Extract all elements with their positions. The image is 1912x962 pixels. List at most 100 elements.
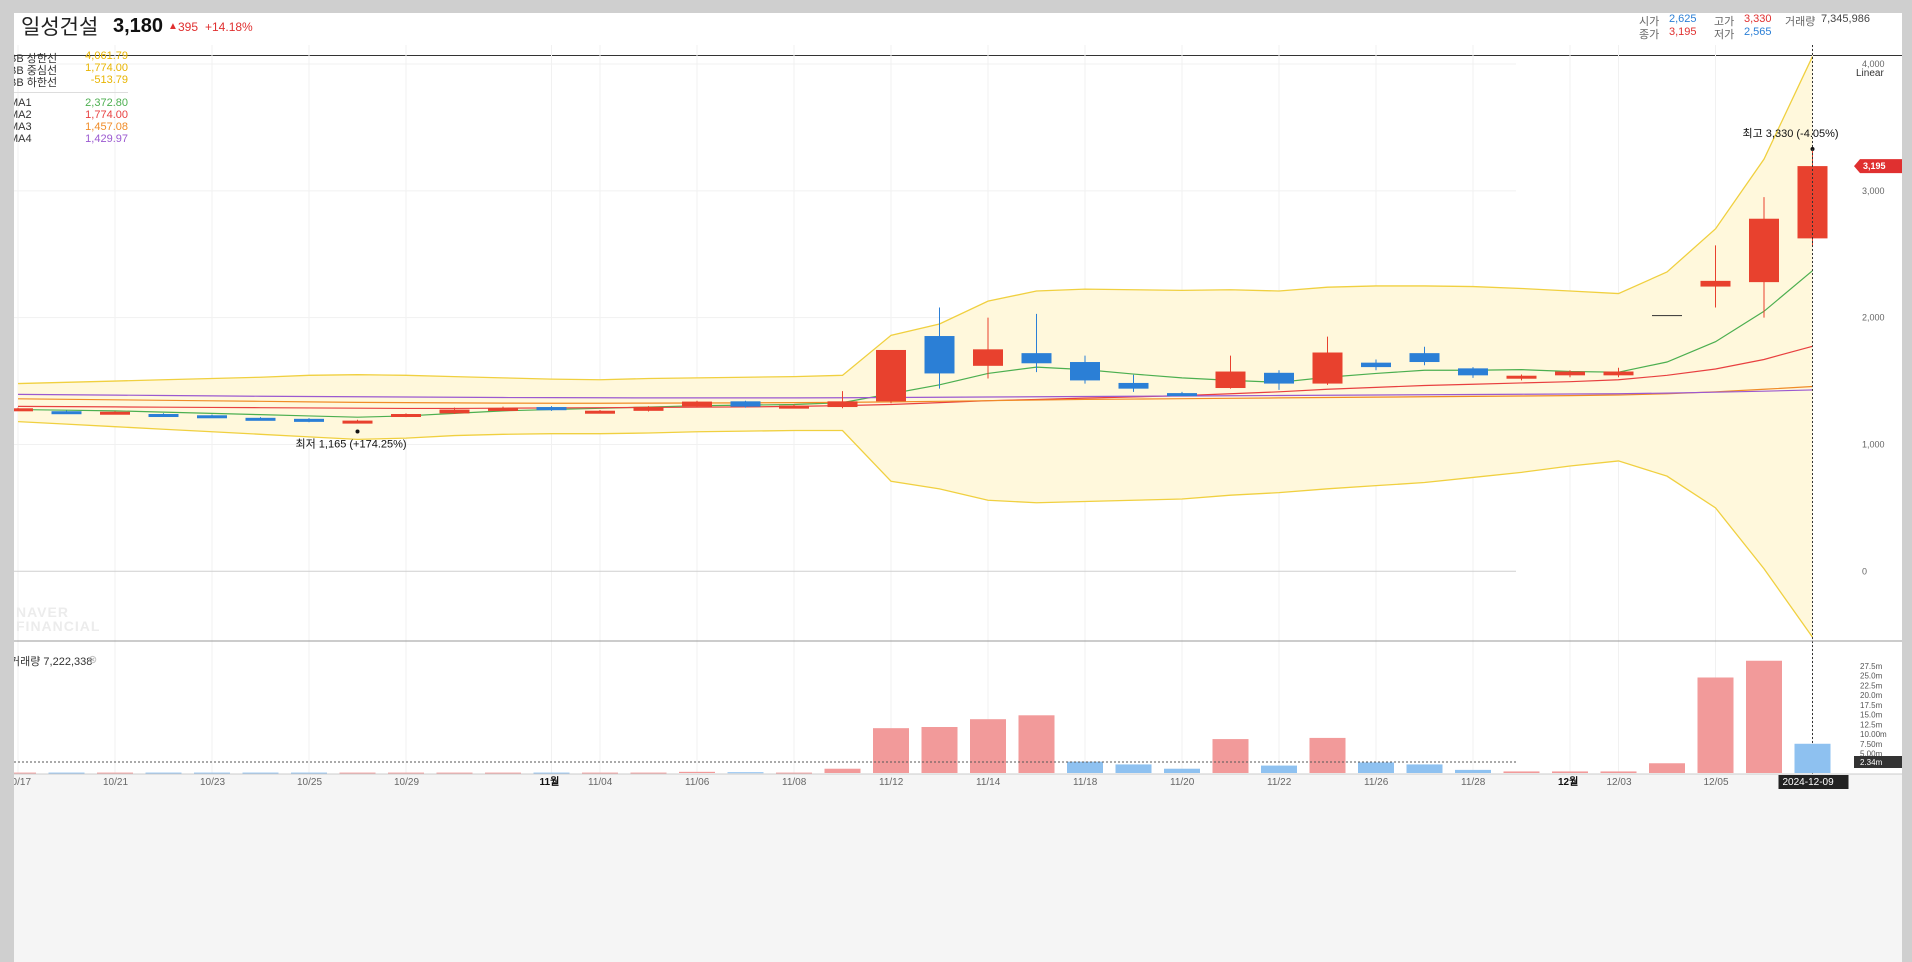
y-tick-label: 0 (1862, 566, 1867, 576)
candle (100, 411, 130, 415)
candle-body (973, 349, 1003, 366)
x-tick-label: 11/18 (1073, 777, 1098, 788)
volume-bar (14, 772, 36, 774)
candle-body (1215, 371, 1246, 389)
annotation-high: 최고 3,330 (-4.05%) (1743, 127, 1839, 140)
volume-bar (339, 772, 376, 774)
x-tick-label: 10/21 (103, 777, 128, 788)
volume-last-label: 2.34m (1860, 758, 1883, 767)
volume-bar (630, 772, 667, 774)
volume-bar (1115, 764, 1152, 773)
volume-bar (1018, 715, 1055, 773)
volume-bar (242, 772, 279, 774)
volume-bar (97, 772, 133, 774)
watermark-logo: NAVER FINANCIAL (16, 604, 101, 634)
candle-body (1409, 353, 1440, 363)
volume-bar (679, 771, 715, 773)
candle-body (1264, 372, 1294, 384)
candle-body (488, 407, 518, 411)
price-chart-svg[interactable]: 01,0002,0003,0004,000최고 3,330 (-4.05%)최저… (14, 13, 1902, 962)
candle-body (1070, 362, 1100, 381)
volume-bar (1600, 771, 1637, 773)
volume-bar (970, 719, 1006, 773)
volume-bar (1212, 739, 1249, 773)
y-tick-label: 1,000 (1862, 439, 1885, 449)
candle (1652, 315, 1682, 317)
x-tick-label: 11/26 (1364, 777, 1389, 788)
legend-label-ma3: MA3 (14, 121, 32, 133)
legend-value-bb-upper: 4,061.79 (85, 50, 128, 62)
volume-bar (1067, 761, 1103, 773)
legend-label-ma1: MA1 (14, 97, 32, 109)
candle-body (1167, 393, 1197, 397)
x-tick-label: 11/28 (1461, 777, 1486, 788)
volume-bar (48, 772, 85, 774)
volume-bar (1552, 771, 1588, 773)
volume-bar (436, 772, 473, 774)
candle-body (1749, 218, 1779, 283)
volume-bar (582, 772, 618, 774)
candle-body (197, 415, 227, 419)
annotation-low: 최저 1,165 (+174.25%) (296, 438, 407, 451)
legend-value-bb-lower: -513.79 (90, 74, 128, 86)
volume-bar (921, 727, 958, 773)
scale-mode-toggle[interactable]: Linear (1856, 68, 1884, 79)
volume-tick-label: 27.5m (1860, 662, 1883, 671)
candle-body (633, 406, 664, 411)
x-tick-label: 10/25 (297, 777, 322, 788)
close-icon[interactable]: ⊗ (88, 653, 97, 666)
volume-bar (1503, 771, 1540, 773)
x-axis-band (14, 774, 1902, 962)
volume-tick-label: 17.5m (1860, 701, 1883, 710)
x-tick-label: 11/06 (685, 777, 710, 788)
candle-body (730, 401, 761, 407)
candle-body (1700, 280, 1731, 287)
volume-pane-title: 거래량 7,222,338 (14, 656, 93, 668)
x-tick-label: 11/08 (782, 777, 807, 788)
volume-bar (533, 772, 570, 774)
x-tick-label: 10/29 (394, 777, 419, 788)
legend-label-ma4: MA4 (14, 133, 32, 145)
volume-tick-label: 22.5m (1860, 681, 1883, 690)
x-tick-label: 11/04 (588, 777, 613, 788)
volume-bar (824, 768, 861, 773)
candle-body (245, 417, 276, 421)
x-tick-label: 11월 (540, 776, 560, 788)
volume-bar (194, 772, 230, 774)
volume-tick-label: 10.00m (1860, 730, 1887, 739)
candle-body (585, 410, 615, 414)
candle-body (1118, 382, 1149, 389)
candle-body (1652, 315, 1682, 317)
candle-body (1506, 375, 1537, 379)
volume-bar (1309, 737, 1346, 773)
volume-bar (1358, 762, 1394, 773)
candle-body (294, 418, 324, 422)
candle-body (1555, 371, 1585, 376)
x-tick-label: 11/20 (1170, 777, 1195, 788)
x-tick-label: 12/03 (1607, 777, 1632, 788)
volume-tick-label: 7.50m (1860, 740, 1883, 749)
x-tick-label: 11/12 (879, 777, 904, 788)
volume-bar (388, 772, 424, 774)
volume-tick-label: 15.0m (1860, 711, 1883, 720)
legend-label-ma2: MA2 (14, 109, 32, 121)
legend-value-ma2: 1,774.00 (85, 109, 128, 121)
candle-body (924, 336, 955, 374)
volume-bar (776, 772, 812, 774)
candle (633, 406, 664, 412)
candle-body (51, 411, 82, 415)
candle-body (1021, 353, 1052, 364)
candle-body (100, 411, 130, 415)
volume-bar (1794, 743, 1831, 773)
x-tick-label: 10/17 (14, 777, 31, 788)
candle-body (14, 408, 33, 412)
volume-tick-label: 25.0m (1860, 672, 1883, 681)
volume-bar (1649, 763, 1685, 773)
volume-bar (291, 772, 327, 774)
annotation-marker (355, 429, 360, 434)
volume-tick-label: 12.5m (1860, 720, 1883, 729)
y-tick-label: 3,000 (1862, 186, 1885, 196)
volume-bar (1164, 768, 1200, 773)
legend-value-ma3: 1,457.08 (85, 121, 128, 133)
volume-bar (1697, 677, 1734, 773)
